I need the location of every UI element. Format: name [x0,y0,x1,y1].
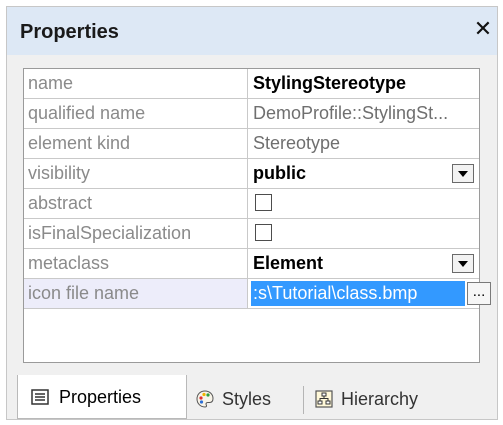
qualified-name-value: DemoProfile::StylingSt... [253,103,449,123]
property-name: metaclass [24,249,248,278]
property-row-metaclass[interactable]: metaclass Element [24,249,479,279]
is-final-specialization-checkbox[interactable] [255,224,272,241]
chevron-down-icon[interactable] [452,254,474,273]
properties-panel: Properties ✕ name StylingStereotype qual… [6,6,498,420]
property-name: abstract [24,189,248,218]
property-grid: name StylingStereotype qualified name De… [23,68,491,363]
properties-list-icon [31,389,49,405]
hierarchy-icon [315,390,333,408]
tab-label: Styles [222,389,272,409]
tab-hierarchy[interactable]: Hierarchy [312,377,444,421]
browse-button[interactable]: ... [467,282,491,305]
property-row-name[interactable]: name StylingStereotype [24,69,479,99]
chevron-down-icon[interactable] [452,164,474,183]
tab-separator [303,386,304,414]
property-name: name [24,69,248,98]
property-row-element-kind[interactable]: element kind Stereotype [24,129,479,159]
element-kind-value: Stereotype [253,133,341,153]
property-row-abstract[interactable]: abstract [24,189,479,219]
property-row-is-final-specialization[interactable]: isFinalSpecialization [24,219,479,249]
property-name: isFinalSpecialization [24,219,248,248]
visibility-select[interactable]: public [248,159,479,188]
close-icon[interactable]: ✕ [472,18,494,40]
name-value-field[interactable]: StylingStereotype [248,69,479,98]
icon-file-name-input[interactable]: :s\Tutorial\class.bmp [251,281,465,306]
palette-icon [196,390,214,408]
panel-title: Properties [20,21,119,43]
property-name: element kind [24,129,248,158]
property-name: qualified name [24,99,248,128]
metaclass-select[interactable]: Element [248,249,479,278]
property-row-icon-file-name[interactable]: icon file name :s\Tutorial\class.bmp ... [24,279,491,309]
property-row-visibility[interactable]: visibility public [24,159,479,189]
abstract-checkbox[interactable] [255,194,272,211]
property-name: visibility [24,159,248,188]
property-name: icon file name [24,279,248,308]
tab-label: Properties [59,387,142,407]
tab-styles[interactable]: Styles [193,377,299,421]
tab-label: Hierarchy [341,389,419,409]
property-row-qualified-name[interactable]: qualified name DemoProfile::StylingSt... [24,99,479,129]
panel-title-bar: Properties ✕ [7,7,497,55]
tab-properties[interactable]: Properties [17,375,187,419]
